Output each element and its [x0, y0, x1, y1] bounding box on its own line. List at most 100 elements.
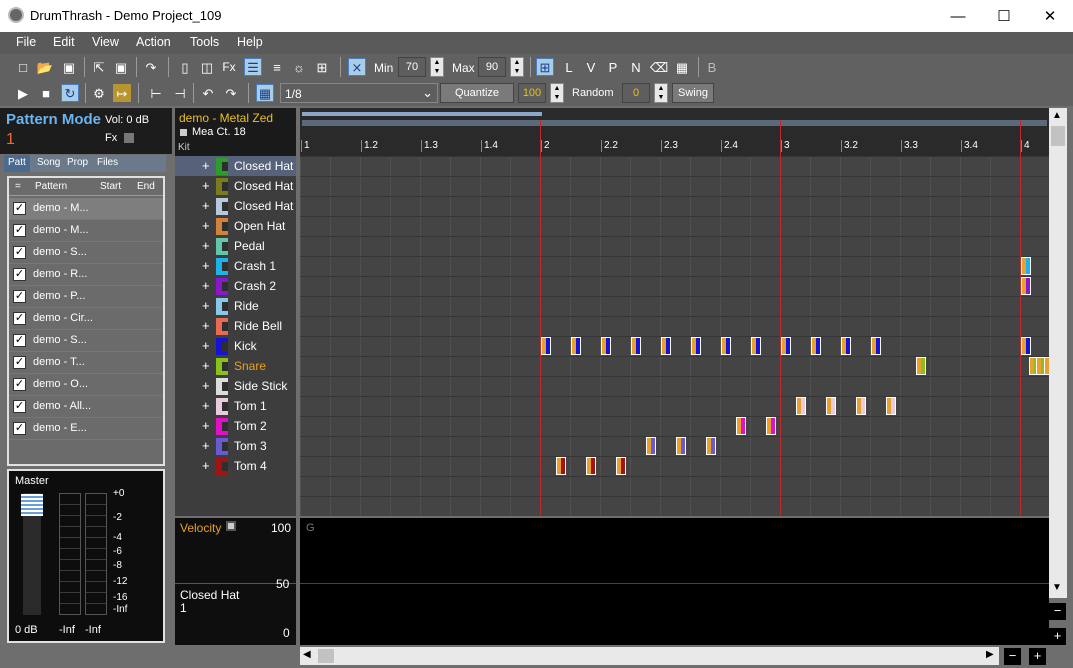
- tab-song[interactable]: Song: [37, 157, 60, 168]
- add-note-icon[interactable]: ⊞: [536, 58, 554, 76]
- vertical-scroll-thumb[interactable]: [1051, 126, 1065, 146]
- delete-measure-icon[interactable]: ⊣: [171, 84, 189, 102]
- sun-icon[interactable]: ☼: [290, 58, 308, 76]
- note[interactable]: [886, 397, 896, 415]
- scroll-up-icon[interactable]: ▲: [1052, 110, 1062, 121]
- menu-tools[interactable]: Tools: [190, 35, 219, 49]
- expand-icon[interactable]: +: [202, 378, 210, 393]
- tab-patt[interactable]: Patt: [4, 155, 30, 172]
- loop-range-bar[interactable]: [302, 112, 542, 116]
- vertical-scrollbar[interactable]: ▲ ▼: [1049, 108, 1067, 598]
- grid-icon[interactable]: ⊞: [313, 58, 331, 76]
- grid-snap-icon[interactable]: ▦: [256, 84, 274, 102]
- pattern-row-checkbox[interactable]: ✓: [13, 334, 26, 347]
- note[interactable]: [736, 417, 746, 435]
- note[interactable]: [1021, 257, 1031, 275]
- eraser-icon[interactable]: ⌫: [650, 58, 668, 76]
- max-spinner[interactable]: ▲ ▼: [510, 57, 524, 77]
- note[interactable]: [646, 437, 656, 455]
- expand-icon[interactable]: +: [202, 418, 210, 433]
- redo-icon[interactable]: ↷: [222, 84, 240, 102]
- pattern-row-checkbox[interactable]: ✓: [13, 246, 26, 259]
- ruler[interactable]: 1 1.2 1.3 1.4 2 2.2 2.3 2.4 3 3.2 3.3 3.4 4: [300, 108, 1049, 156]
- save-pattern-icon[interactable]: ▣: [112, 58, 130, 76]
- random-value-field[interactable]: 0: [622, 83, 650, 103]
- note[interactable]: [616, 457, 626, 475]
- kit-row[interactable]: + Pedal: [175, 236, 296, 256]
- note[interactable]: [691, 337, 701, 355]
- horizontal-scrollbar[interactable]: ◀ ▶: [300, 647, 999, 665]
- scroll-down-icon[interactable]: ▼: [1052, 582, 1062, 593]
- exit-icon[interactable]: ↷: [142, 58, 160, 76]
- note[interactable]: [841, 337, 851, 355]
- pattern-row[interactable]: ✓ demo - T...: [9, 352, 163, 374]
- maximize-button[interactable]: ☐: [981, 0, 1027, 32]
- note[interactable]: [721, 337, 731, 355]
- pattern-row-checkbox[interactable]: ✓: [13, 356, 26, 369]
- minimize-button[interactable]: —: [935, 0, 981, 32]
- note[interactable]: [856, 397, 866, 415]
- kit-row[interactable]: + Tom 1: [175, 396, 296, 416]
- expand-icon[interactable]: +: [202, 298, 210, 313]
- pattern-row[interactable]: ✓ demo - S...: [9, 330, 163, 352]
- pattern-row[interactable]: ✓ demo - S...: [9, 242, 163, 264]
- scroll-right-icon[interactable]: ▶: [986, 649, 994, 660]
- note[interactable]: [661, 337, 671, 355]
- menu-action[interactable]: Action: [136, 35, 171, 49]
- pattern-row-checkbox[interactable]: ✓: [13, 378, 26, 391]
- pattern-row[interactable]: ✓ demo - M...: [9, 220, 163, 242]
- note[interactable]: [1021, 277, 1031, 295]
- kit-row[interactable]: + Snare: [175, 356, 296, 376]
- expand-icon[interactable]: +: [202, 318, 210, 333]
- expand-icon[interactable]: +: [202, 438, 210, 453]
- quantize-value-field[interactable]: 100: [518, 83, 546, 103]
- kit-row[interactable]: + Kick: [175, 336, 296, 356]
- pattern-row-checkbox[interactable]: ✓: [13, 290, 26, 303]
- line-tool-p[interactable]: P: [604, 58, 622, 76]
- menu-help[interactable]: Help: [237, 35, 263, 49]
- swing-button[interactable]: Swing: [672, 83, 714, 103]
- pattern-fx-checkbox[interactable]: [124, 133, 134, 143]
- expand-icon[interactable]: +: [202, 158, 210, 173]
- min-value-field[interactable]: 70: [398, 57, 426, 77]
- line-tool-l[interactable]: L: [560, 58, 578, 76]
- kit-row[interactable]: + Tom 2: [175, 416, 296, 436]
- note[interactable]: [811, 337, 821, 355]
- zoom-in-horizontal-button[interactable]: +: [1029, 648, 1046, 665]
- kit-row[interactable]: + Ride: [175, 296, 296, 316]
- pattern-row[interactable]: ✓ demo - R...: [9, 264, 163, 286]
- pattern-row-checkbox[interactable]: ✓: [13, 400, 26, 413]
- kit-row[interactable]: + Open Hat: [175, 216, 296, 236]
- kit-row[interactable]: + Crash 1: [175, 256, 296, 276]
- undo-icon[interactable]: ↶: [199, 84, 217, 102]
- play-icon[interactable]: ▶: [14, 84, 32, 102]
- close-button[interactable]: ✕: [1027, 0, 1073, 32]
- note[interactable]: [676, 437, 686, 455]
- mixer-icon[interactable]: ≡: [268, 58, 286, 76]
- expand-icon[interactable]: +: [202, 198, 210, 213]
- min-spinner[interactable]: ▲ ▼: [430, 57, 444, 77]
- zoom-in-vertical-button[interactable]: +: [1049, 628, 1066, 645]
- stop-icon[interactable]: ■: [37, 84, 55, 102]
- pattern-row[interactable]: ✓ demo - M...: [9, 198, 163, 220]
- fx-icon[interactable]: Fx: [220, 58, 238, 76]
- menu-view[interactable]: View: [92, 35, 119, 49]
- note[interactable]: [766, 417, 776, 435]
- zoom-out-vertical-button[interactable]: −: [1049, 603, 1066, 620]
- horizontal-scroll-thumb[interactable]: [318, 649, 334, 663]
- kit-row[interactable]: + Closed Hat: [175, 196, 296, 216]
- piano-roll-icon[interactable]: ☰: [244, 58, 262, 76]
- measure-count-dropdown[interactable]: [180, 129, 187, 136]
- open-folder-icon[interactable]: 📂: [36, 58, 54, 76]
- line-tool-b[interactable]: B: [703, 58, 721, 76]
- pattern-row[interactable]: ✓ demo - E...: [9, 418, 163, 440]
- max-value-field[interactable]: 90: [478, 57, 506, 77]
- save-icon[interactable]: ▣: [60, 58, 78, 76]
- pattern-row-checkbox[interactable]: ✓: [13, 422, 26, 435]
- kit-row[interactable]: + Side Stick: [175, 376, 296, 396]
- pattern-row[interactable]: ✓ demo - Cir...: [9, 308, 163, 330]
- note[interactable]: [826, 397, 836, 415]
- tab-files[interactable]: Files: [97, 157, 118, 168]
- count-in-icon[interactable]: ↦: [113, 84, 131, 102]
- expand-icon[interactable]: +: [202, 358, 210, 373]
